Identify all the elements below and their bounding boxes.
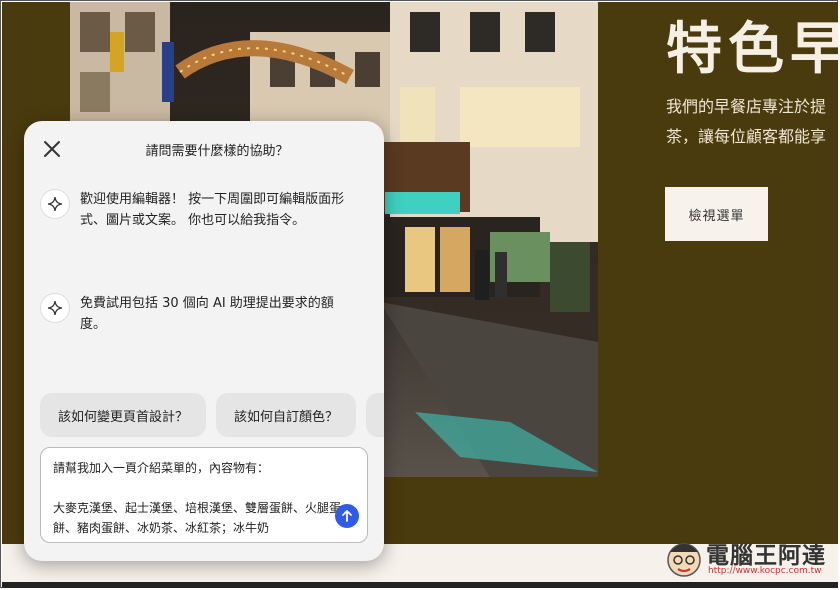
view-menu-button[interactable]: 檢視選單 bbox=[665, 187, 768, 241]
prompt-input-text[interactable]: 請幫我加入一頁介紹菜單的，內容物有： 大麥克漢堡、起士漢堡、培根漢堡、雙層蛋餅、… bbox=[53, 458, 343, 538]
suggestion-chip-header-design[interactable]: 該如何變更頁首設計？ bbox=[40, 393, 206, 437]
sparkle-icon bbox=[40, 189, 70, 219]
sparkle-icon bbox=[40, 293, 70, 323]
watermark-url: http://www.kocpc.com.tw bbox=[708, 566, 822, 576]
assistant-message: 免費試用包括 30 個向 AI 助理提出要求的額度。 bbox=[40, 293, 370, 343]
assistant-message-text: 歡迎使用編輯器！ 按一下周圍即可編輯版面形式、圖片或文案。 你也可以給我指令。 bbox=[80, 192, 345, 228]
send-button[interactable] bbox=[335, 504, 359, 528]
suggestion-chip-more[interactable] bbox=[366, 393, 384, 437]
assistant-message: 歡迎使用編輯器！ 按一下周圍即可編輯版面形式、圖片或文案。 你也可以給我指令。 bbox=[40, 189, 370, 279]
mascot-icon bbox=[667, 543, 701, 577]
bottom-scrollbar[interactable] bbox=[2, 582, 838, 588]
assistant-title: 請問需要什麼樣的協助？ bbox=[145, 144, 289, 159]
hero-description-line: 我們的早餐店專注於提 bbox=[666, 97, 827, 116]
arrow-up-icon bbox=[342, 510, 352, 522]
hero-description: 我們的早餐店專注於提 茶，讓每位顧客都能享 bbox=[666, 92, 840, 152]
hero-title: 特色早 bbox=[666, 17, 840, 82]
ai-assistant-panel: 請問需要什麼樣的協助？ 歡迎使用編輯器！ 按一下周圍即可編輯版面形式、圖片或文案… bbox=[24, 121, 384, 561]
prompt-input[interactable]: 請幫我加入一頁介紹菜單的，內容物有： 大麥克漢堡、起士漢堡、培根漢堡、雙層蛋餅、… bbox=[40, 447, 368, 543]
watermark-site-name: 電腦王阿達 bbox=[706, 543, 826, 569]
assistant-message-text: 免費試用包括 30 個向 AI 助理提出要求的額度。 bbox=[80, 296, 334, 332]
suggestion-chip-custom-colors[interactable]: 該如何自訂顏色？ bbox=[216, 393, 356, 437]
suggestion-chips: 該如何變更頁首設計？ 該如何自訂顏色？ bbox=[40, 393, 384, 437]
hero-description-line: 茶，讓每位顧客都能享 bbox=[666, 127, 827, 146]
watermark: 電腦王阿達 http://www.kocpc.com.tw bbox=[662, 532, 838, 582]
